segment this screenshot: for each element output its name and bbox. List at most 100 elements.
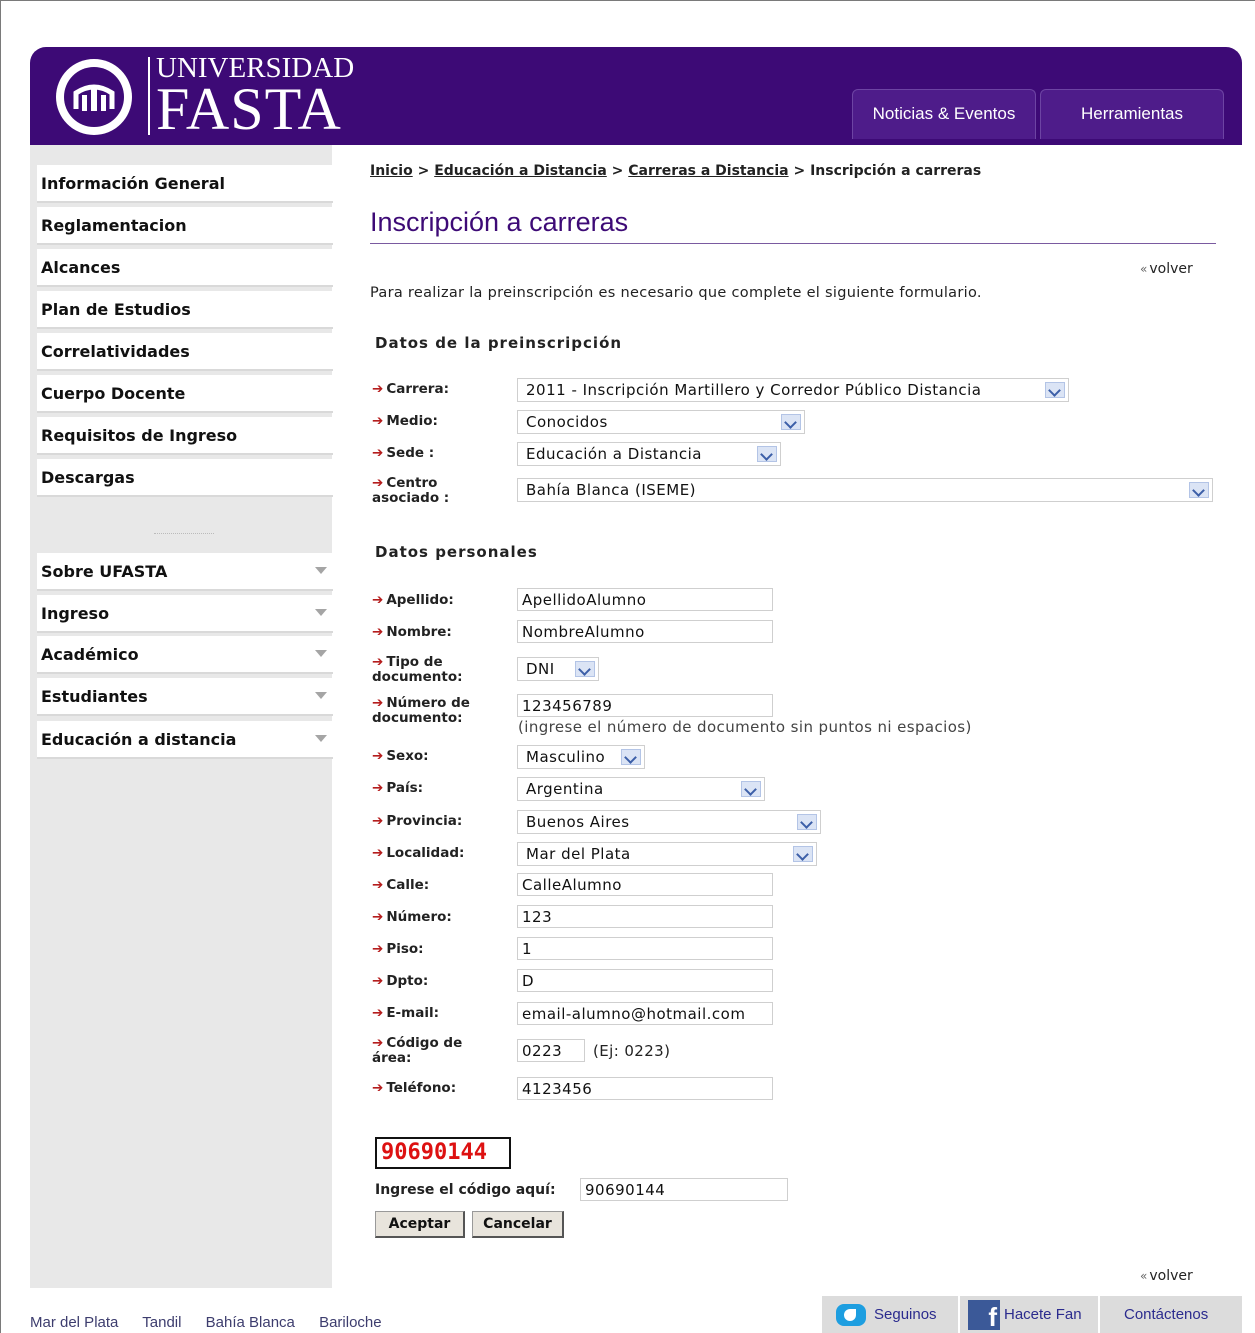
breadcrumb-link-inicio[interactable]: Inicio — [370, 163, 413, 179]
telefono-label-text: Teléfono: — [386, 1080, 457, 1096]
breadcrumb-separator: > — [611, 163, 624, 179]
sidebar-item-correlatividades[interactable]: Correlatividades — [37, 333, 333, 371]
facebook-link[interactable]: f Hacete Fan — [958, 1296, 1098, 1333]
centro-value: Bahía Blanca (ISEME) — [526, 481, 697, 499]
sidebar-menu-academico[interactable]: Académico — [37, 636, 333, 674]
chevron-down-icon[interactable] — [621, 749, 641, 765]
codigo-area-hint: (Ej: 0223) — [593, 1042, 671, 1060]
sidebar-item-requisitos-de-ingreso[interactable]: Requisitos de Ingreso — [37, 417, 333, 455]
accept-button[interactable]: Aceptar — [375, 1211, 465, 1238]
logo-divider — [148, 57, 150, 135]
chevron-down-icon[interactable] — [757, 446, 777, 462]
facebook-icon: f — [968, 1299, 1000, 1332]
footer-link-mar-del-plata[interactable]: Mar del Plata — [30, 1314, 118, 1331]
chevron-down-icon — [315, 609, 327, 616]
localidad-label-text: Localidad: — [386, 845, 465, 861]
chevron-down-icon[interactable] — [575, 661, 595, 677]
sidebar-item-plan-de-estudios[interactable]: Plan de Estudios — [37, 291, 333, 329]
logo-wordmark[interactable]: UNIVERSIDAD FASTA — [156, 53, 354, 142]
logo-line-fasta: FASTA — [156, 76, 342, 142]
centro-asociado-select[interactable]: Bahía Blanca (ISEME) — [517, 478, 1213, 502]
codigo-area-label-text-2: área: — [372, 1050, 412, 1066]
volver-link-bottom[interactable]: «volver — [1140, 1268, 1193, 1284]
twitter-icon — [836, 1303, 866, 1326]
medio-value: Conocidos — [526, 413, 608, 431]
captcha-input[interactable]: 90690144 — [580, 1178, 788, 1201]
section-heading-datos-personales: Datos personales — [375, 543, 538, 561]
sidebar-item-cuerpo-docente[interactable]: Cuerpo Docente — [37, 375, 333, 413]
sede-select[interactable]: Educación a Distancia — [517, 442, 781, 466]
sidebar-item-descargas[interactable]: Descargas — [37, 459, 333, 497]
arrow-right-icon: ➔ — [372, 381, 384, 397]
sidebar-item-label: Plan de Estudios — [41, 299, 191, 319]
carrera-select[interactable]: 2011 - Inscripción Martillero y Corredor… — [517, 378, 1069, 402]
numero-documento-input[interactable]: 123456789 — [517, 694, 773, 717]
arrow-right-icon: ➔ — [372, 592, 384, 608]
sidebar-item-label: Correlatividades — [41, 341, 190, 361]
numero-documento-label-text-2: documento: — [372, 710, 463, 726]
university-logo-icon[interactable] — [54, 57, 134, 137]
provincia-select[interactable]: Buenos Aires — [517, 810, 821, 834]
footer-link-tandil[interactable]: Tandil — [142, 1314, 181, 1331]
sidebar-item-label: Descargas — [41, 467, 135, 487]
dpto-input[interactable]: D — [517, 969, 773, 992]
tab-noticias-eventos[interactable]: Noticias & Eventos — [852, 89, 1036, 139]
breadcrumb-link-carreras[interactable]: Carreras a Distancia — [628, 163, 788, 179]
provincia-label-text: Provincia: — [386, 813, 463, 829]
double-chevron-left-icon: « — [1140, 1269, 1148, 1283]
sidebar-menu-label: Educación a distancia — [41, 729, 237, 749]
sexo-select[interactable]: Masculino — [517, 745, 645, 769]
footer-link-bariloche[interactable]: Bariloche — [319, 1314, 382, 1331]
chevron-down-icon[interactable] — [793, 846, 813, 862]
sidebar-menu-label: Ingreso — [41, 603, 110, 623]
nombre-input[interactable]: NombreAlumno — [517, 620, 773, 643]
numero-documento-label-text-1: Número de — [386, 695, 470, 711]
volver-link-top[interactable]: «volver — [1140, 261, 1193, 277]
email-input[interactable]: email-alumno@hotmail.com — [517, 1002, 773, 1025]
piso-input[interactable]: 1 — [517, 937, 773, 960]
medio-select[interactable]: Conocidos — [517, 410, 805, 434]
sidebar: Información General Reglamentacion Alcan… — [30, 145, 333, 1288]
calle-input[interactable]: CalleAlumno — [517, 873, 773, 896]
breadcrumb-link-educacion[interactable]: Educación a Distancia — [434, 163, 607, 179]
arrow-right-icon: ➔ — [372, 941, 384, 957]
contact-link[interactable]: Contáctenos — [1098, 1296, 1242, 1333]
sidebar-item-reglamentacion[interactable]: Reglamentacion — [37, 207, 333, 245]
chevron-down-icon[interactable] — [741, 781, 761, 797]
telefono-input[interactable]: 4123456 — [517, 1077, 773, 1100]
dpto-label: ➔ Dpto: — [372, 974, 428, 989]
chevron-down-icon[interactable] — [781, 414, 801, 430]
carrera-label: ➔ Carrera: — [372, 382, 449, 397]
apellido-input[interactable]: ApellidoAlumno — [517, 588, 773, 611]
facebook-label: Hacete Fan — [1004, 1306, 1082, 1323]
chevron-down-icon[interactable] — [797, 814, 817, 830]
sidebar-item-label: Información General — [41, 173, 225, 193]
chevron-down-icon[interactable] — [1045, 382, 1065, 398]
chevron-down-icon[interactable] — [1189, 482, 1209, 498]
cancel-button[interactable]: Cancelar — [472, 1211, 564, 1238]
arrow-right-icon: ➔ — [372, 1005, 384, 1021]
sidebar-item-label: Requisitos de Ingreso — [41, 425, 238, 445]
nombre-label-text: Nombre: — [386, 624, 452, 640]
codigo-area-label: ➔ Código de área: — [372, 1036, 462, 1066]
sidebar-item-alcances[interactable]: Alcances — [37, 249, 333, 287]
arrow-right-icon: ➔ — [372, 1080, 384, 1096]
codigo-area-input[interactable]: 0223 — [517, 1039, 585, 1062]
tipo-documento-label: ➔ Tipo de documento: — [372, 655, 463, 685]
sidebar-menu-ingreso[interactable]: Ingreso — [37, 595, 333, 633]
footer-link-bahia-blanca[interactable]: Bahía Blanca — [206, 1314, 295, 1331]
sidebar-item-informacion-general[interactable]: Información General — [37, 165, 333, 203]
twitter-link[interactable]: Seguinos — [820, 1296, 958, 1333]
sidebar-menu-estudiantes[interactable]: Estudiantes — [37, 678, 333, 716]
localidad-select[interactable]: Mar del Plata — [517, 842, 817, 866]
sidebar-menu-sobre-ufasta[interactable]: Sobre UFASTA — [37, 553, 333, 591]
sidebar-menu-educacion-a-distancia[interactable]: Educación a distancia — [37, 721, 333, 759]
tipo-documento-select[interactable]: DNI — [517, 657, 599, 681]
pais-select[interactable]: Argentina — [517, 777, 765, 801]
sidebar-menu-label: Estudiantes — [41, 686, 148, 706]
numero-input[interactable]: 123 — [517, 905, 773, 928]
chevron-down-icon — [315, 650, 327, 657]
codigo-area-label-text-1: Código de — [386, 1035, 463, 1051]
calle-label-text: Calle: — [386, 877, 430, 893]
tab-herramientas[interactable]: Herramientas — [1040, 89, 1224, 139]
